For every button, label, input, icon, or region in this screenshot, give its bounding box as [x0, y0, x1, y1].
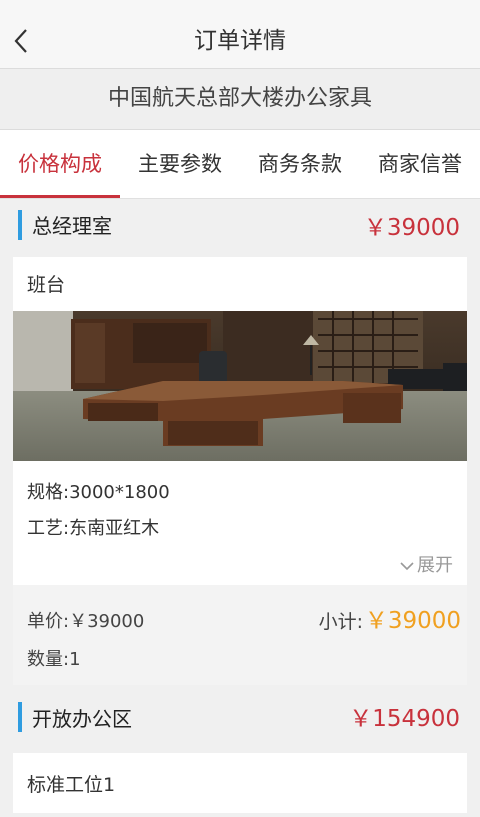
page-title: 订单详情	[194, 28, 286, 54]
product-card[interactable]: 班台 规格:3000*1800 工艺:东南亚红木 展开	[13, 257, 467, 585]
section-header: 开放办公区 ￥154900	[0, 685, 480, 753]
chevron-down-icon	[400, 562, 414, 571]
tab-business-terms[interactable]: 商务条款	[240, 130, 360, 198]
section-marker	[18, 210, 22, 240]
unit-price: 单价:￥39000	[27, 611, 145, 632]
section-marker	[18, 702, 22, 732]
tab-bar: 价格构成 主要参数 商务条款 商家信誉	[0, 130, 480, 199]
section-header: 总经理室 ￥39000	[0, 199, 480, 257]
project-title: 中国航天总部大楼办公家具	[0, 69, 480, 130]
section-name: 总经理室	[32, 214, 112, 238]
section-name: 开放办公区	[32, 707, 132, 731]
product-card[interactable]: 标准工位1	[13, 753, 467, 813]
price-summary: 单价:￥39000 数量:1 小计: ￥39000	[13, 585, 467, 685]
section-total: ￥39000	[363, 215, 460, 241]
tab-merchant-reputation[interactable]: 商家信誉	[360, 130, 480, 198]
tab-main-params[interactable]: 主要参数	[120, 130, 240, 198]
product-craft: 工艺:东南亚红木	[27, 518, 160, 539]
section-total: ￥154900	[349, 706, 460, 732]
expand-label: 展开	[417, 555, 453, 576]
subtotal-value: ￥39000	[364, 608, 461, 634]
expand-button[interactable]: 展开	[13, 547, 467, 585]
quantity: 数量:1	[27, 649, 81, 670]
product-name: 班台	[27, 274, 66, 296]
nav-bar: 订单详情	[0, 14, 480, 69]
product-spec: 规格:3000*1800	[27, 482, 170, 503]
status-bar	[0, 0, 480, 14]
tab-price-breakdown[interactable]: 价格构成	[0, 130, 120, 198]
subtotal-label: 小计:	[318, 611, 363, 633]
product-image	[13, 311, 467, 461]
product-name: 标准工位1	[27, 774, 116, 796]
